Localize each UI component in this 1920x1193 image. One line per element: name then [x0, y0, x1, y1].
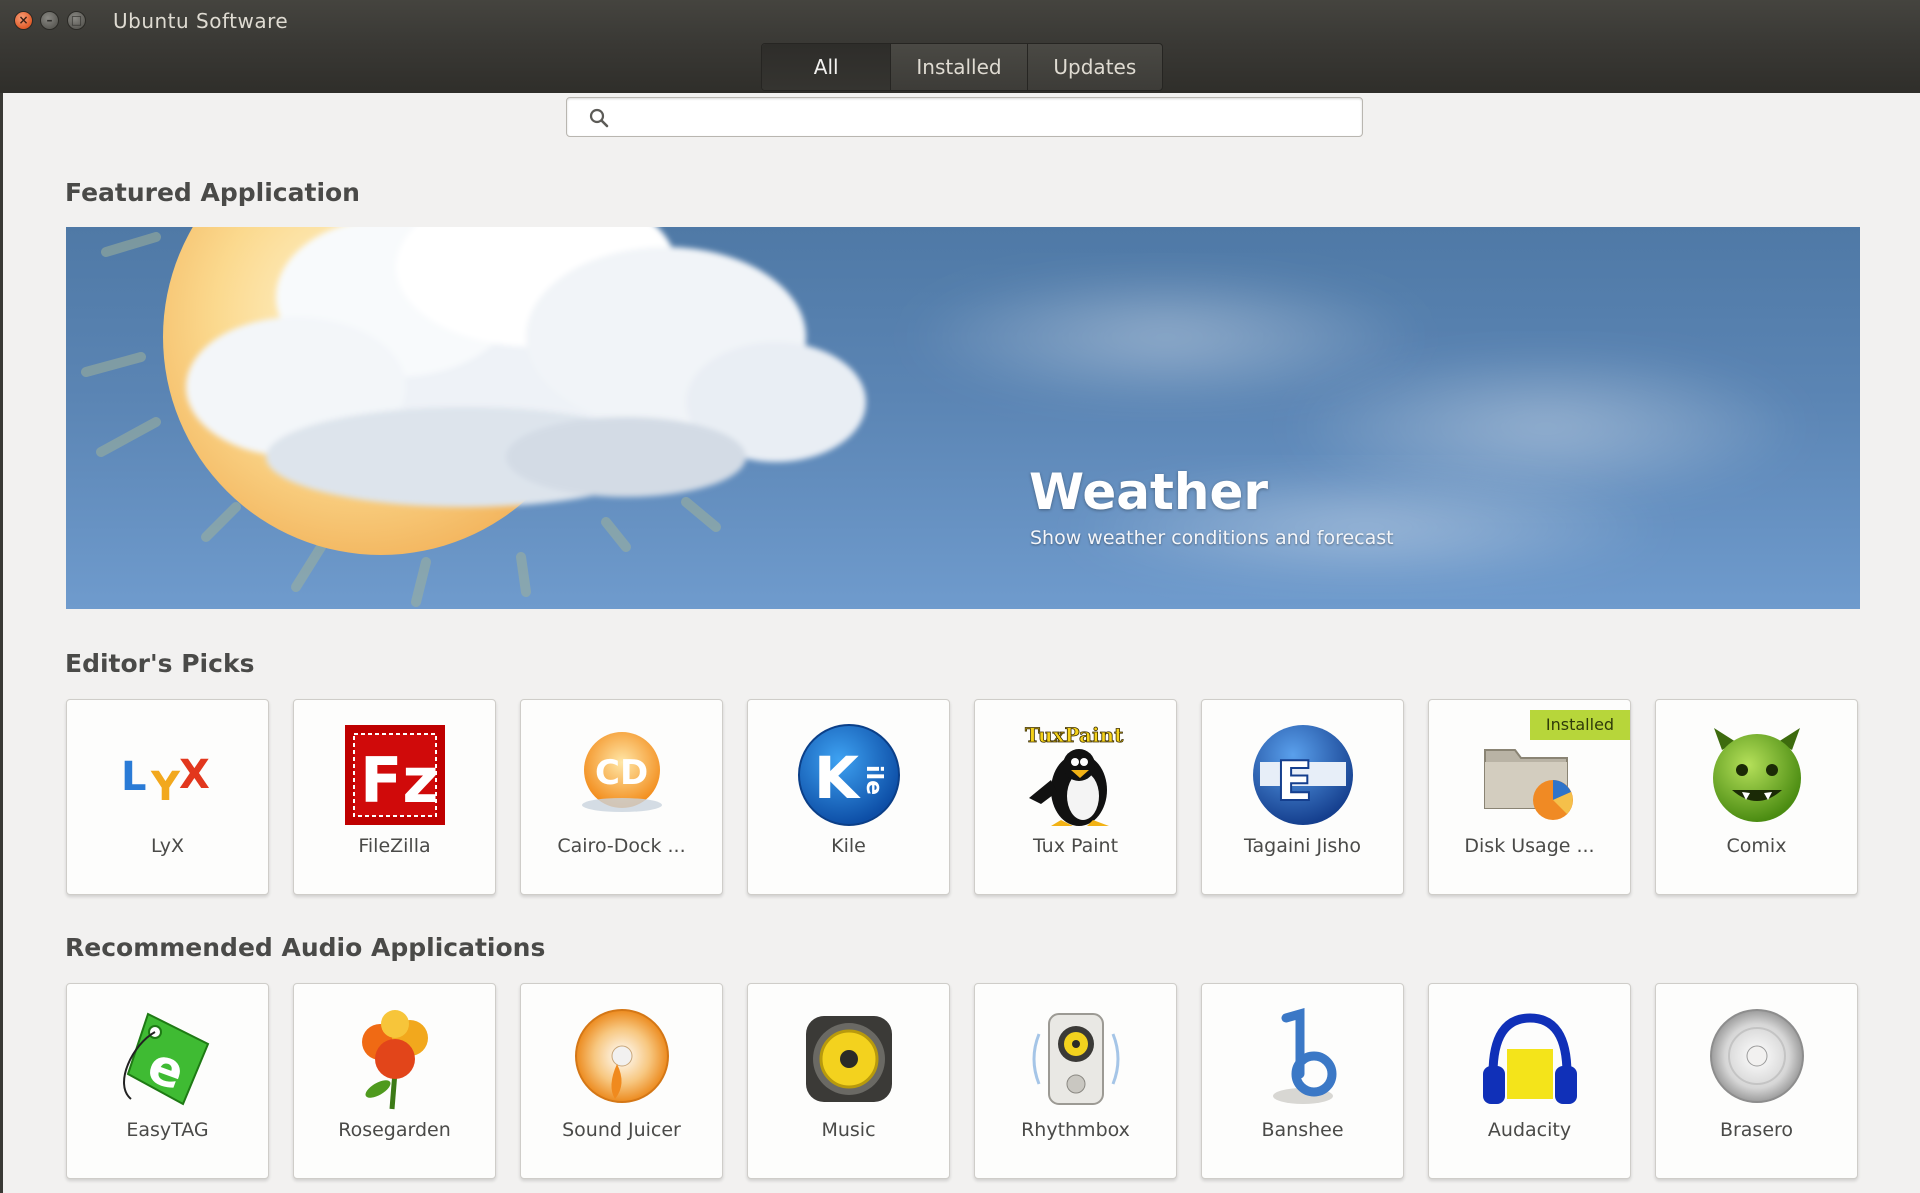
tab-all[interactable]: All: [762, 44, 892, 90]
app-tile-lyx[interactable]: L Y X LyX: [66, 699, 269, 895]
featured-app-description: Show weather conditions and forecast: [1030, 527, 1394, 549]
minimize-icon: –: [46, 13, 53, 27]
maximize-icon: □: [70, 13, 83, 27]
cairo-dock-icon: CD: [581, 732, 662, 812]
app-tile-banshee[interactable]: Banshee: [1201, 983, 1404, 1179]
app-name: Cairo-Dock ...: [557, 835, 686, 857]
sound-juicer-icon: [574, 1009, 669, 1103]
search-input[interactable]: [623, 103, 1343, 131]
app-name: Tux Paint: [1032, 835, 1119, 857]
app-tile-brasero[interactable]: Brasero: [1655, 983, 1858, 1179]
view-switcher: All Installed Updates: [761, 43, 1163, 91]
app-tile-audacity[interactable]: Audacity: [1428, 983, 1631, 1179]
maximize-window-button[interactable]: □: [67, 11, 86, 30]
app-name: Music: [821, 1119, 876, 1141]
app-tile-filezilla[interactable]: Fz FileZilla: [293, 699, 496, 895]
app-name: Comix: [1726, 835, 1787, 857]
close-window-button[interactable]: ×: [14, 11, 33, 30]
lyx-icon: L Y X: [121, 752, 210, 810]
audacity-icon: [1482, 1013, 1577, 1104]
tab-installed[interactable]: Installed: [891, 44, 1028, 90]
app-name: LyX: [150, 835, 185, 857]
brasero-icon: [1709, 1009, 1804, 1103]
close-icon: ×: [18, 13, 29, 27]
svg-text:TuxPaint: TuxPaint: [1025, 723, 1124, 747]
app-name: EasyTAG: [126, 1119, 209, 1141]
search-icon: [589, 108, 609, 128]
search-box[interactable]: [566, 97, 1363, 137]
easytag-icon: e: [122, 1012, 209, 1106]
app-tile-tux-paint[interactable]: TuxPaint Tux Paint: [974, 699, 1177, 895]
app-tile-tagaini-jisho[interactable]: E Tagaini Jisho: [1201, 699, 1404, 895]
audio-section-title: Recommended Audio Applications: [65, 933, 546, 962]
app-tile-rosegarden[interactable]: Rosegarden: [293, 983, 496, 1179]
featured-section-title: Featured Application: [65, 178, 360, 207]
banshee-icon: [1272, 1008, 1336, 1104]
svg-text:E: E: [1276, 750, 1313, 813]
app-name: Tagaini Jisho: [1244, 835, 1361, 857]
app-tile-rhythmbox[interactable]: Rhythmbox: [974, 983, 1177, 1179]
installed-badge: Installed: [1530, 710, 1630, 740]
tab-updates[interactable]: Updates: [1028, 44, 1162, 90]
featured-app-name: Weather: [1029, 463, 1269, 521]
app-name: Rosegarden: [338, 1119, 451, 1141]
main-content: Featured Application Weather Show weathe…: [3, 93, 1920, 1193]
kile-icon: K ile: [797, 724, 900, 826]
svg-text:L: L: [121, 754, 147, 800]
header-bar: × – □ Ubuntu Software All Installed Upda…: [0, 0, 1920, 93]
filezilla-icon: Fz: [344, 725, 445, 825]
tagaini-jisho-icon: E: [1252, 725, 1353, 825]
svg-text:Fz: Fz: [360, 744, 438, 817]
app-tile-kile[interactable]: K ile Kile: [747, 699, 950, 895]
rhythmbox-icon: [1032, 1013, 1119, 1105]
svg-text:CD: CD: [595, 753, 648, 793]
minimize-window-button[interactable]: –: [40, 11, 59, 30]
comix-icon: [1712, 728, 1801, 822]
app-tile-cairo-dock[interactable]: CD Cairo-Dock ...: [520, 699, 723, 895]
editors-picks-section-title: Editor's Picks: [65, 649, 255, 678]
music-icon: [805, 1016, 892, 1102]
svg-text:X: X: [179, 752, 210, 798]
app-name: FileZilla: [358, 835, 431, 857]
tux-paint-icon: TuxPaint: [1024, 723, 1124, 826]
weather-banner-art: [81, 227, 1806, 607]
app-tile-easytag[interactable]: e EasyTAG: [66, 983, 269, 1179]
featured-banner-weather[interactable]: Weather Show weather conditions and fore…: [66, 227, 1860, 609]
app-tile-disk-usage[interactable]: Installed Disk Usage ...: [1428, 699, 1631, 895]
app-name: Rhythmbox: [1021, 1119, 1130, 1141]
window-title: Ubuntu Software: [113, 9, 289, 33]
app-tile-sound-juicer[interactable]: Sound Juicer: [520, 983, 723, 1179]
svg-text:K: K: [814, 744, 861, 812]
app-name: Banshee: [1261, 1119, 1344, 1141]
app-name: Audacity: [1487, 1119, 1572, 1141]
app-tile-music[interactable]: Music: [747, 983, 950, 1179]
app-name: Brasero: [1719, 1119, 1794, 1141]
app-name: Disk Usage ...: [1464, 835, 1595, 857]
app-tile-comix[interactable]: Comix: [1655, 699, 1858, 895]
svg-text:ile: ile: [861, 765, 886, 795]
app-name: Sound Juicer: [562, 1119, 681, 1141]
svg-text:Y: Y: [150, 764, 181, 810]
rosegarden-icon: [361, 1010, 428, 1110]
app-name: Kile: [831, 835, 866, 857]
